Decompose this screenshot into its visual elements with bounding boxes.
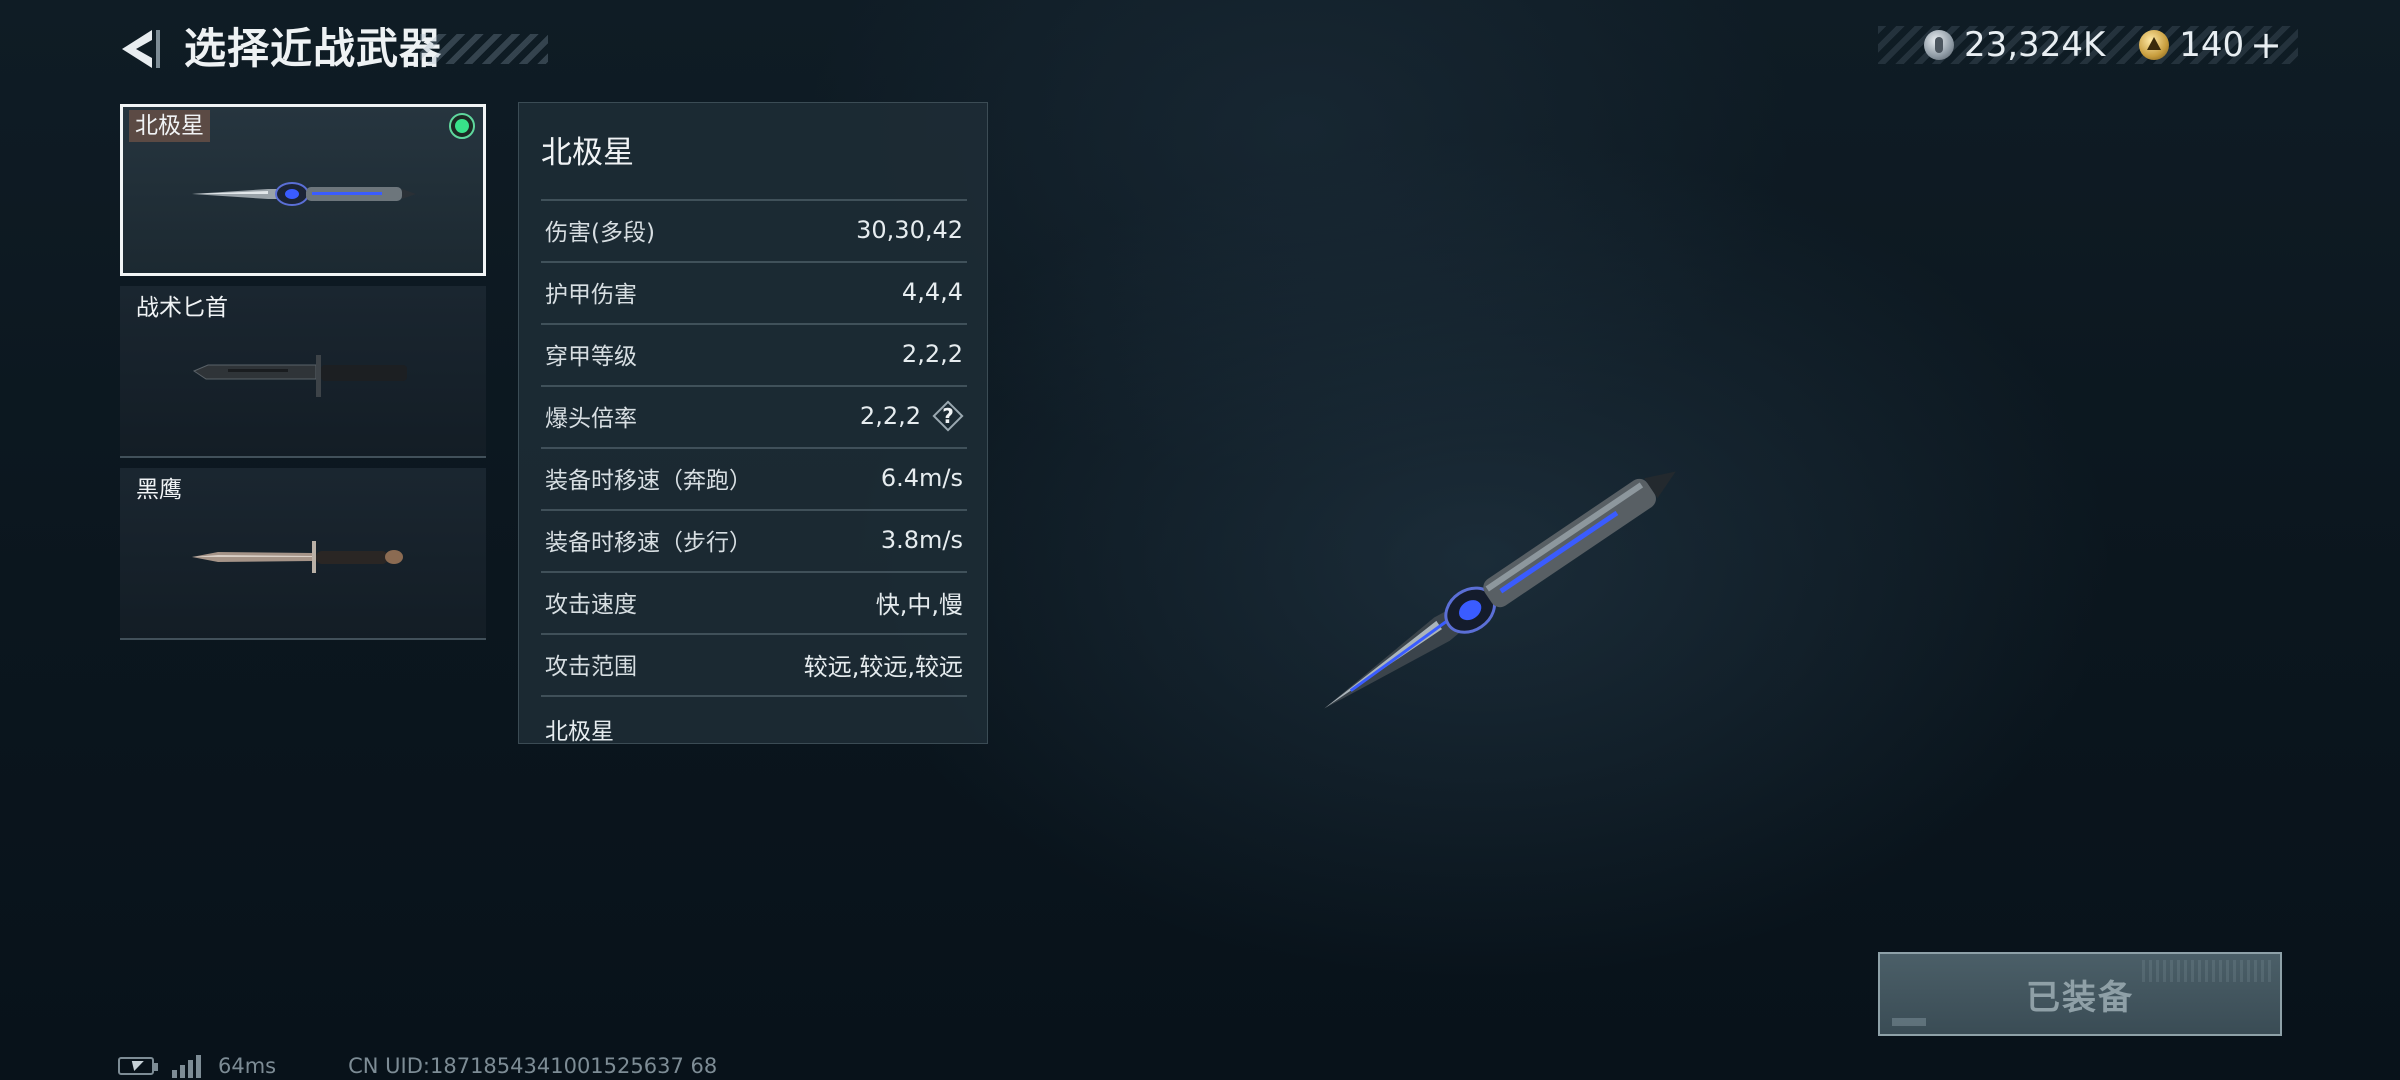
stat-label: 伤害(多段): [545, 220, 655, 246]
stat-label: 装备时移速（步行）: [545, 530, 752, 556]
silver-currency: 23,324K: [1923, 25, 2106, 65]
stat-row-damage: 伤害(多段) 30,30,42: [541, 199, 967, 259]
panel-footer-name: 北极星: [541, 695, 967, 761]
stat-row-attack-range: 攻击范围 较远,较远,较远: [541, 633, 967, 693]
user-uid: CN UID:1871854341001525637 68: [348, 1054, 718, 1078]
battery-icon: [118, 1057, 158, 1075]
help-glyph: ?: [942, 404, 954, 428]
equipped-indicator-icon: [449, 113, 475, 139]
page-title: 选择近战武器: [184, 24, 443, 73]
silver-coin-icon: [1923, 30, 1954, 60]
polaris-knife-icon: [192, 182, 416, 206]
stat-row-run-speed: 装备时移速（奔跑） 6.4m/s: [541, 447, 967, 507]
stat-row-headshot: 爆头倍率 2,2,2 ?: [541, 385, 967, 445]
stat-row-walk-speed: 装备时移速（步行） 3.8m/s: [541, 509, 967, 569]
currency-bar: 23,324K 140 +: [1878, 26, 2298, 64]
stat-label: 攻击速度: [545, 592, 637, 618]
stat-value: 较远,较远,较远: [803, 652, 963, 681]
stat-value: 30,30,42: [856, 216, 963, 244]
weapon-card-black-eagle[interactable]: 黑鹰: [120, 468, 486, 640]
stats-panel: 北极星 伤害(多段) 30,30,42 护甲伤害 4,4,4 穿甲等级 2,2,…: [518, 102, 988, 745]
weapon-card-name: 北极星: [129, 110, 210, 142]
stat-value-with-help: 2,2,2 ?: [860, 401, 967, 431]
gold-coin-icon: [2139, 30, 2170, 60]
add-currency-button[interactable]: +: [2250, 26, 2282, 64]
title-decoration: [420, 34, 548, 64]
black-eagle-knife-icon: [192, 541, 403, 573]
back-button[interactable]: [112, 22, 166, 76]
button-decoration: [2142, 960, 2272, 982]
weapon-card-polaris[interactable]: 北极星: [120, 104, 486, 276]
stat-row-penetration: 穿甲等级 2,2,2: [541, 323, 967, 383]
status-bar: 64ms CN UID:1871854341001525637 68: [118, 1052, 717, 1080]
ping-value: 64ms: [218, 1054, 277, 1078]
weapon-list: 北极星 战术匕首 黑鹰: [120, 104, 486, 650]
stat-value: 3.8m/s: [880, 526, 963, 554]
stat-value: 4,4,4: [901, 278, 963, 306]
stat-row-armor-damage: 护甲伤害 4,4,4: [541, 261, 967, 321]
stat-label: 穿甲等级: [545, 344, 637, 370]
gold-currency: 140 +: [2139, 26, 2298, 64]
polaris-weapon-render: [1324, 471, 1676, 709]
gold-amount: 140: [2179, 25, 2245, 65]
equipped-button-label: 已装备: [2026, 977, 2134, 1018]
button-decoration: [1892, 1018, 1926, 1026]
stat-value: 2,2,2: [901, 340, 963, 368]
silver-amount: 23,324K: [1963, 25, 2106, 65]
stat-rows: 伤害(多段) 30,30,42 护甲伤害 4,4,4 穿甲等级 2,2,2 爆头…: [541, 199, 967, 761]
equipped-button[interactable]: 已装备: [1878, 952, 2282, 1036]
help-icon[interactable]: ?: [933, 401, 963, 431]
stat-value: 6.4m/s: [880, 464, 963, 492]
signal-icon: [172, 1054, 204, 1078]
back-arrow-icon: [122, 30, 160, 68]
weapon-card-name: 黑鹰: [136, 477, 182, 503]
stat-value: 2,2,2: [859, 402, 921, 430]
stat-label: 护甲伤害: [545, 282, 637, 308]
stat-label: 装备时移速（奔跑）: [545, 468, 752, 494]
stat-row-attack-speed: 攻击速度 快,中,慢: [541, 571, 967, 631]
weapon-card-tactical-dagger[interactable]: 战术匕首: [120, 286, 486, 458]
stat-label: 攻击范围: [545, 654, 637, 680]
weapon-card-name: 战术匕首: [136, 295, 228, 321]
tactical-dagger-icon: [192, 355, 407, 397]
stat-value: 快,中,慢: [875, 590, 963, 619]
panel-title: 北极星: [541, 135, 634, 171]
stat-label: 爆头倍率: [545, 406, 637, 432]
